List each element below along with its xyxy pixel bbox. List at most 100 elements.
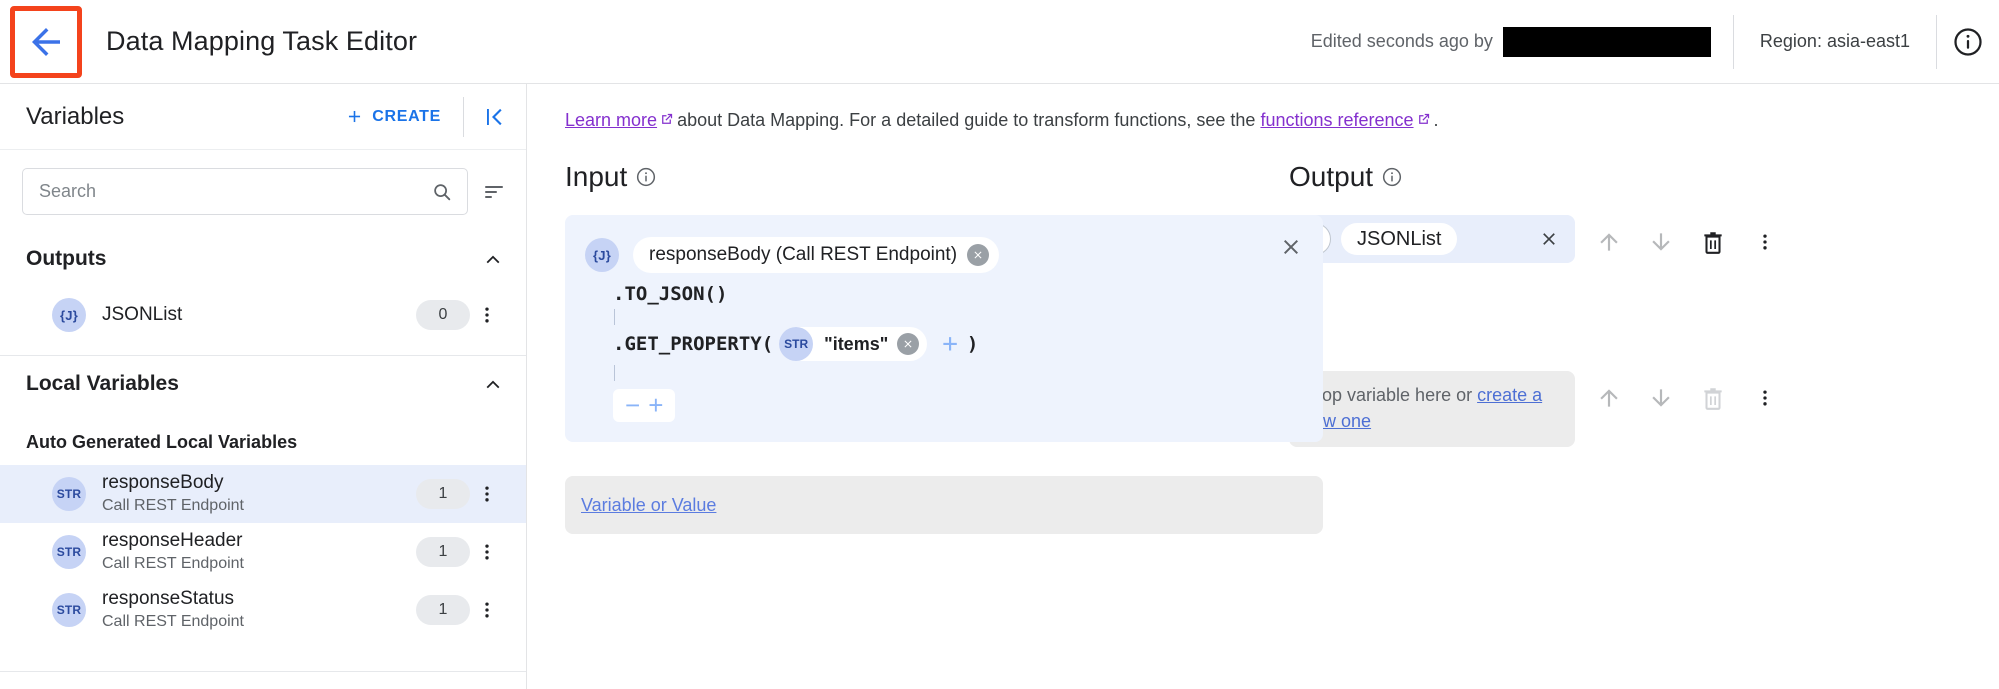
search-box[interactable] bbox=[22, 168, 468, 215]
functions-reference-link[interactable]: functions reference bbox=[1260, 110, 1413, 130]
function-stepper[interactable]: − + bbox=[613, 389, 676, 423]
arrow-up-icon bbox=[1600, 389, 1618, 407]
trash-icon bbox=[1704, 232, 1722, 254]
chevron-up-icon bbox=[486, 380, 500, 389]
data-mapping-task-editor: Data Mapping Task Editor Edited seconds … bbox=[0, 0, 1999, 689]
chip-remove-icon[interactable] bbox=[897, 333, 920, 355]
list-item-menu-button[interactable] bbox=[470, 542, 504, 562]
create-variable-button[interactable]: CREATE bbox=[345, 107, 463, 126]
output-row: Drop variable here or create a new one bbox=[1227, 371, 1999, 448]
list-item-texts: responseBody Call REST Endpoint bbox=[102, 471, 244, 517]
output-column: Output JSONList Drop variable here or cr… bbox=[1227, 161, 1999, 534]
variable-name: JSONList bbox=[102, 304, 183, 326]
more-vert-icon bbox=[485, 602, 489, 618]
input-expression-card[interactable]: {J} responseBody (Call REST Endpoint) .T… bbox=[565, 215, 1323, 443]
list-item-menu-button[interactable] bbox=[470, 484, 504, 504]
sidebar-item-responsestatus[interactable]: STR responseStatus Call REST Endpoint 1 bbox=[0, 581, 526, 639]
input-variable-chip[interactable]: responseBody (Call REST Endpoint) bbox=[633, 237, 1000, 273]
clear-input-button[interactable] bbox=[1279, 235, 1303, 259]
input-title: Input bbox=[565, 161, 628, 192]
output-heading: Output bbox=[1289, 161, 1999, 193]
list-item-menu-button[interactable] bbox=[470, 305, 504, 325]
page-title: Data Mapping Task Editor bbox=[106, 26, 418, 56]
info-icon[interactable] bbox=[636, 167, 656, 187]
list-item[interactable]: {J} JSONList 0 bbox=[0, 287, 526, 343]
variable-or-value-row[interactable]: Variable or Value bbox=[565, 476, 1323, 535]
list-item-texts: responseHeader Call REST Endpoint bbox=[102, 529, 244, 575]
variable-or-value-link[interactable]: Variable or Value bbox=[581, 495, 716, 516]
function-get-property[interactable]: .GET_PROPERTY( STR "items" + ) bbox=[585, 327, 1303, 361]
mapping-columns: Input {J} responseBody (Call REST Endpoi… bbox=[527, 131, 1999, 535]
variable-source: Call REST Endpoint bbox=[102, 554, 244, 572]
trash-icon bbox=[1704, 388, 1722, 410]
output-row-menu-button[interactable] bbox=[1739, 220, 1791, 264]
section-label: Local Variables bbox=[26, 372, 179, 395]
function-name: .GET_PROPERTY( bbox=[613, 333, 774, 355]
section-label: Outputs bbox=[26, 247, 107, 270]
divider bbox=[0, 671, 526, 672]
top-bar: Data Mapping Task Editor Edited seconds … bbox=[0, 0, 1999, 84]
back-button[interactable] bbox=[10, 5, 82, 78]
input-column: Input {J} responseBody (Call REST Endpoi… bbox=[527, 161, 1323, 535]
str-type-badge: STR bbox=[52, 593, 86, 627]
help-info-button[interactable] bbox=[1937, 27, 1999, 57]
function-to-json[interactable]: .TO_JSON( ) bbox=[585, 283, 1303, 305]
output-row-tools bbox=[1575, 215, 1791, 264]
str-type-badge: STR bbox=[52, 535, 86, 569]
move-down-button[interactable] bbox=[1635, 376, 1687, 420]
sidebar-item-responsebody[interactable]: STR responseBody Call REST Endpoint 1 bbox=[0, 465, 526, 523]
chip-remove-icon[interactable] bbox=[967, 244, 990, 266]
sidebar-item-responseheader[interactable]: STR responseHeader Call REST Endpoint 1 bbox=[0, 523, 526, 581]
add-argument-button[interactable]: + bbox=[933, 331, 967, 357]
move-up-button[interactable] bbox=[1583, 220, 1635, 264]
search-input[interactable] bbox=[39, 181, 431, 202]
sidebar-section-local-variables[interactable]: Local Variables bbox=[0, 356, 526, 412]
more-vert-icon bbox=[485, 307, 489, 323]
output-row-tools bbox=[1575, 371, 1791, 420]
learn-more-line: Learn more about Data Mapping. For a deta… bbox=[527, 84, 1999, 131]
create-variable-label: CREATE bbox=[372, 107, 441, 125]
str-type-badge: STR bbox=[52, 477, 86, 511]
plus-icon bbox=[349, 110, 361, 123]
body: Variables CREATE Search Outputs {J} JSON… bbox=[0, 84, 1999, 689]
str-type-badge: STR bbox=[779, 327, 814, 361]
info-icon[interactable] bbox=[1382, 167, 1402, 187]
expression-tick bbox=[614, 365, 615, 381]
clear-output-button[interactable] bbox=[1533, 229, 1565, 249]
sidebar-section-outputs[interactable]: Outputs bbox=[0, 231, 526, 287]
list-item-texts: JSONList bbox=[102, 303, 182, 327]
output-drop-target[interactable]: Drop variable here or create a new one bbox=[1289, 371, 1575, 448]
sort-filter-icon[interactable] bbox=[482, 180, 506, 204]
mapping-canvas: Learn more about Data Mapping. For a deta… bbox=[527, 84, 1999, 689]
function-arg-value: "items" bbox=[824, 333, 889, 354]
learn-more-link[interactable]: Learn more bbox=[565, 110, 657, 130]
move-down-button[interactable] bbox=[1635, 220, 1687, 264]
json-type-badge: {J} bbox=[52, 298, 86, 332]
top-bar-right: Edited seconds ago by Region: asia-east1 bbox=[1311, 0, 1999, 83]
output-variable-label: JSONList bbox=[1341, 223, 1458, 255]
more-vert-icon bbox=[485, 544, 489, 560]
collapse-sidebar-button[interactable] bbox=[464, 105, 526, 129]
more-vert-icon bbox=[1763, 390, 1767, 406]
drop-placeholder-text: Drop variable here or bbox=[1303, 385, 1478, 405]
close-icon bbox=[1284, 240, 1298, 254]
variable-name: responseHeader bbox=[102, 530, 243, 552]
delete-mapping-button[interactable] bbox=[1687, 376, 1739, 420]
move-up-button[interactable] bbox=[1583, 376, 1635, 420]
usage-count-badge: 1 bbox=[416, 479, 470, 509]
collapse-panel-icon bbox=[487, 108, 502, 125]
variable-name: responseBody bbox=[102, 472, 224, 494]
list-item-menu-button[interactable] bbox=[470, 600, 504, 620]
more-vert-icon bbox=[1763, 234, 1767, 250]
output-target-card[interactable]: {J} JSONList bbox=[1289, 215, 1575, 263]
usage-count-badge: 1 bbox=[416, 595, 470, 625]
delete-mapping-button[interactable] bbox=[1687, 220, 1739, 264]
output-title: Output bbox=[1289, 161, 1374, 192]
output-row-menu-button[interactable] bbox=[1739, 376, 1791, 420]
add-function-button[interactable]: + bbox=[648, 391, 663, 419]
function-arg-chip[interactable]: STR "items" bbox=[779, 327, 928, 361]
more-vert-icon bbox=[485, 486, 489, 502]
auto-generated-subheading: Auto Generated Local Variables bbox=[26, 432, 298, 452]
remove-function-button[interactable]: − bbox=[625, 391, 640, 419]
sidebar-title: Variables bbox=[26, 102, 125, 130]
